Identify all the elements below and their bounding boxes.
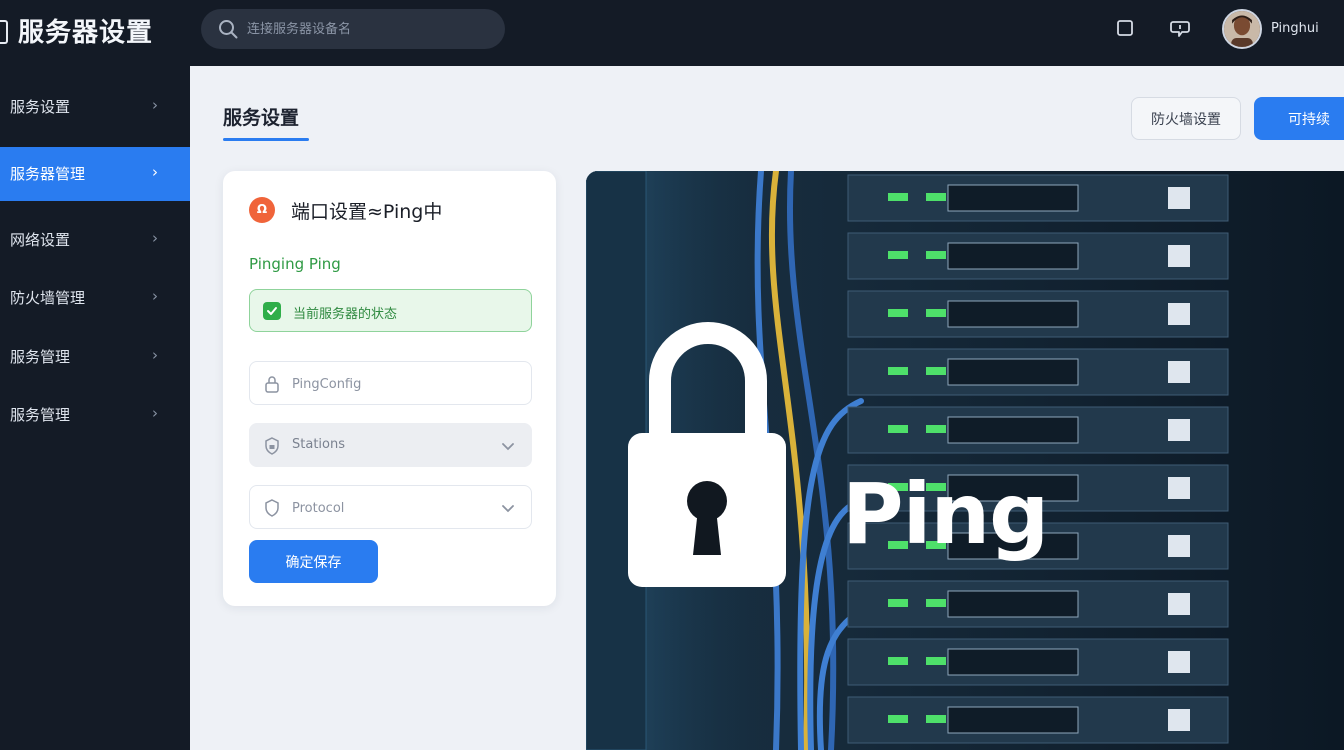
- server-unit: [847, 638, 1229, 686]
- sidebar-item-label: 服务设置: [10, 98, 71, 116]
- sidebar-item-service-management-2[interactable]: 服务管理 ›: [0, 388, 190, 442]
- badge-glyph: Ω: [256, 202, 268, 216]
- message-icon[interactable]: [1169, 17, 1191, 39]
- chevron-right-icon: ›: [152, 163, 158, 181]
- ping-settings-card: Ω 端口设置≈Ping中 Pinging Ping 当前服务器的状态 Stati…: [223, 171, 556, 606]
- page-title: 服务设置: [223, 107, 300, 129]
- sidebar-item-service-settings[interactable]: 服务设置 ›: [0, 80, 190, 134]
- save-button[interactable]: 确定保存: [249, 540, 378, 583]
- server-unit: [847, 290, 1229, 338]
- shield-icon: [265, 499, 279, 517]
- chevron-down-icon[interactable]: [500, 438, 516, 454]
- search-bar[interactable]: [201, 9, 505, 49]
- server-unit: [847, 348, 1229, 396]
- top-bar: 服务器设置 Pinghui: [0, 0, 1344, 66]
- check-icon: [263, 302, 281, 320]
- ping-config-field[interactable]: [249, 361, 532, 405]
- chevron-right-icon: ›: [152, 404, 158, 422]
- sidebar-item-service-management[interactable]: 服务管理 ›: [0, 330, 190, 384]
- server-unit: [847, 696, 1229, 744]
- chevron-down-icon[interactable]: [500, 500, 516, 516]
- sidebar-item-network-settings[interactable]: 网络设置 ›: [0, 213, 190, 267]
- window-icon[interactable]: [1114, 17, 1136, 39]
- server-unit: [847, 174, 1229, 222]
- chevron-right-icon: ›: [152, 96, 158, 114]
- firewall-settings-button[interactable]: 防火墙设置: [1131, 97, 1241, 140]
- user-portrait-icon: [1224, 11, 1260, 47]
- lock-icon: [265, 376, 279, 393]
- card-title: 端口设置≈Ping中: [291, 201, 443, 223]
- shield-lock-icon: [265, 437, 279, 455]
- chevron-right-icon: ›: [152, 346, 158, 364]
- sidebar-item-label: 网络设置: [10, 231, 71, 249]
- protocol-select[interactable]: [249, 485, 532, 529]
- server-unit: [847, 232, 1229, 280]
- sidebar-item-label: 服务管理: [10, 406, 71, 424]
- search-icon: [219, 20, 238, 39]
- alert-text: 当前服务器的状态: [293, 307, 398, 322]
- ping-overlay-text: Ping: [842, 465, 1049, 563]
- server-unit: [847, 406, 1229, 454]
- sidebar: 服务设置 › 服务器管理 › 网络设置 › 防火墙管理 › 服务管理 › 服务管…: [0, 66, 190, 750]
- avatar[interactable]: [1222, 9, 1262, 49]
- server-rack-illustration: [586, 171, 1344, 750]
- sidebar-item-label: 防火墙管理: [10, 289, 86, 307]
- primary-action-button[interactable]: 可持续: [1254, 97, 1344, 140]
- title-underline: [223, 138, 309, 141]
- search-input[interactable]: [247, 17, 487, 41]
- sidebar-item-firewall[interactable]: 防火墙管理 ›: [0, 271, 190, 325]
- sidebar-item-label: 服务管理: [10, 348, 71, 366]
- sidebar-item-label: 服务器管理: [10, 165, 86, 183]
- user-name[interactable]: Pinghui: [1271, 21, 1319, 36]
- protocol-input[interactable]: [292, 496, 492, 520]
- server-rack-image: Ping: [586, 171, 1344, 750]
- chevron-right-icon: ›: [152, 287, 158, 305]
- app-logo-icon: [0, 20, 8, 44]
- server-unit: [847, 580, 1229, 628]
- ping-config-input[interactable]: [292, 372, 492, 396]
- app-title: 服务器设置: [18, 18, 154, 48]
- stations-value: Stations: [292, 437, 345, 452]
- status-badge-icon: Ω: [249, 197, 275, 223]
- chevron-right-icon: ›: [152, 229, 158, 247]
- status-alert: 当前服务器的状态: [249, 289, 532, 332]
- stations-select[interactable]: Stations: [249, 423, 532, 467]
- sidebar-item-server-management[interactable]: 服务器管理 ›: [0, 147, 190, 201]
- ping-status-text: Pinging Ping: [249, 255, 341, 273]
